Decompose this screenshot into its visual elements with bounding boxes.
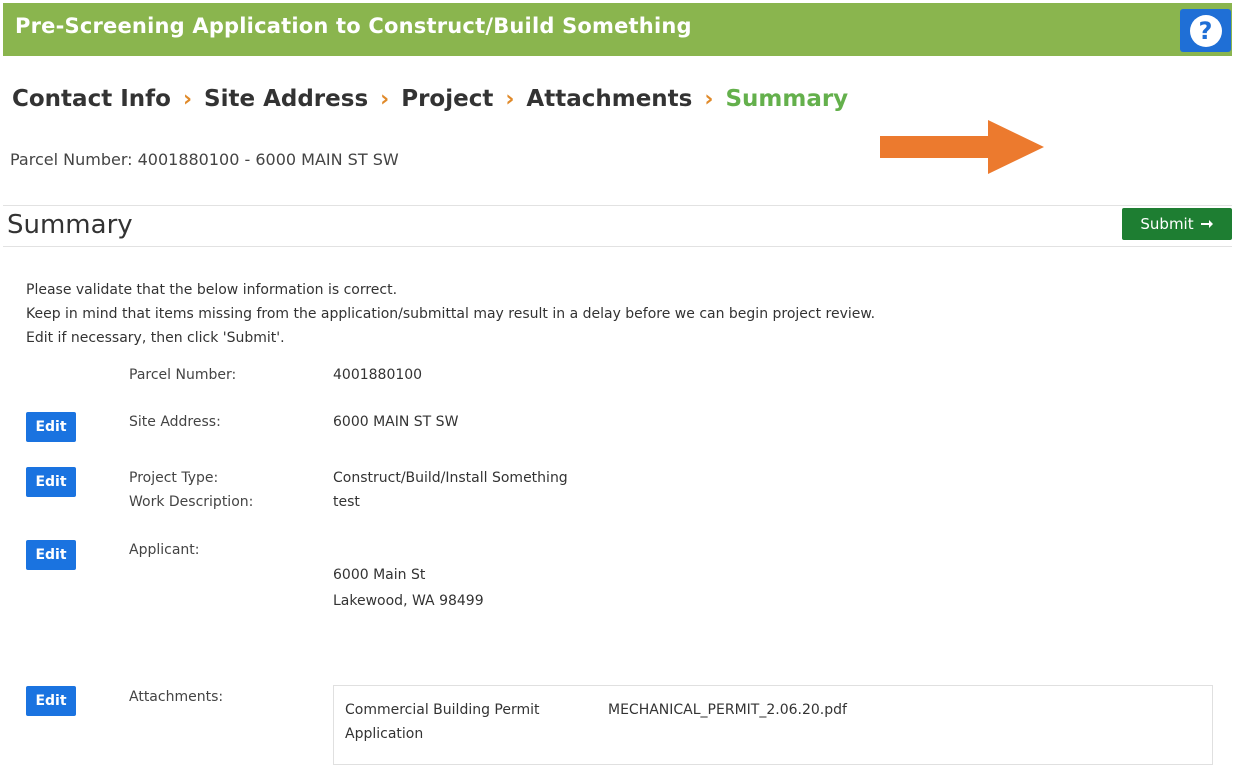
applicant-label: Applicant: xyxy=(129,542,200,558)
edit-applicant-button[interactable]: Edit xyxy=(26,540,76,570)
work-description-label: Work Description: xyxy=(129,494,254,510)
chevron-right-icon: › xyxy=(505,86,515,112)
chevron-right-icon: › xyxy=(704,86,714,112)
arrow-right-icon xyxy=(880,120,1044,174)
intro-line: Please validate that the below informati… xyxy=(26,282,398,298)
divider xyxy=(3,205,1232,206)
attachments-list: Commercial Building Permit Application M… xyxy=(333,685,1213,765)
attachment-type-line: Application xyxy=(345,726,424,742)
edit-project-button[interactable]: Edit xyxy=(26,467,76,497)
intro-line: Keep in mind that items missing from the… xyxy=(26,306,876,322)
applicant-address-line: 6000 Main St xyxy=(333,567,426,583)
site-address-label: Site Address: xyxy=(129,414,221,430)
attachment-type-line: Commercial Building Permit xyxy=(345,702,540,718)
edit-attachments-button[interactable]: Edit xyxy=(26,686,76,716)
breadcrumb-attachments[interactable]: Attachments xyxy=(526,86,692,112)
parcel-number-label: Parcel Number: xyxy=(129,367,237,383)
project-type-value: Construct/Build/Install Something xyxy=(333,470,568,486)
breadcrumb-project[interactable]: Project xyxy=(401,86,493,112)
attachment-file-link[interactable]: MECHANICAL_PERMIT_2.06.20.pdf xyxy=(608,698,847,722)
divider xyxy=(3,246,1232,247)
chevron-right-icon: › xyxy=(380,86,390,112)
breadcrumb-summary: Summary xyxy=(725,86,849,112)
section-title: Summary xyxy=(7,210,133,240)
app-header: Pre-Screening Application to Construct/B… xyxy=(3,3,1232,56)
intro-text: Please validate that the below informati… xyxy=(26,278,875,350)
breadcrumb-site-address[interactable]: Site Address xyxy=(204,86,368,112)
project-type-label: Project Type: xyxy=(129,470,219,486)
submit-label: Submit xyxy=(1140,215,1194,233)
intro-line: Edit if necessary, then click 'Submit'. xyxy=(26,330,285,346)
parcel-info: Parcel Number: 4001880100 - 6000 MAIN ST… xyxy=(10,150,399,169)
edit-site-address-button[interactable]: Edit xyxy=(26,412,76,442)
breadcrumb-contact-info[interactable]: Contact Info xyxy=(12,86,171,112)
chevron-right-icon: › xyxy=(182,86,193,112)
site-address-value: 6000 MAIN ST SW xyxy=(333,414,459,430)
attachment-type: Commercial Building Permit Application xyxy=(345,698,585,746)
arrow-right-icon xyxy=(1200,220,1213,228)
applicant-address-line: Lakewood, WA 98499 xyxy=(333,593,484,609)
parcel-number-value: 4001880100 xyxy=(333,367,423,383)
attachments-label: Attachments: xyxy=(129,689,224,705)
work-description-value: test xyxy=(333,494,360,510)
breadcrumb: Contact Info › Site Address › Project › … xyxy=(12,86,848,112)
help-icon: ? xyxy=(1189,14,1222,47)
app-title: Pre-Screening Application to Construct/B… xyxy=(15,14,692,38)
submit-button[interactable]: Submit xyxy=(1122,208,1232,240)
help-button[interactable]: ? xyxy=(1180,9,1231,52)
